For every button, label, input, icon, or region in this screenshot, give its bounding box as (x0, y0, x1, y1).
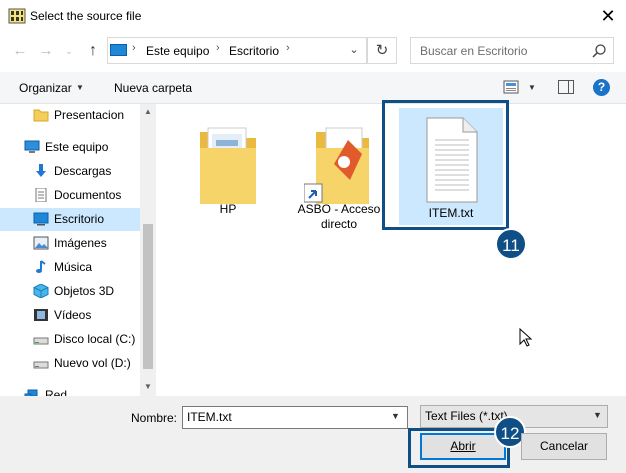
sidebar-item-videos[interactable]: Vídeos (0, 304, 140, 327)
cancel-button[interactable]: Cancelar (521, 433, 607, 460)
pictures-icon (33, 236, 49, 250)
sidebar-item-presentacion[interactable]: Presentacion (0, 104, 140, 127)
folder-icon (200, 127, 256, 204)
sidebar-item-label: Nuevo vol (D:) (54, 356, 131, 370)
organize-button[interactable]: Organizar (19, 81, 72, 95)
download-arrow-icon (36, 164, 46, 177)
navigation-pane: Presentacion Este equipo Descargas Docum… (0, 104, 156, 396)
computer-icon (110, 44, 127, 56)
search-input[interactable]: Buscar en Escritorio (410, 37, 614, 64)
breadcrumb-chevron-icon[interactable]: › (286, 42, 290, 54)
drive-icon (33, 361, 49, 369)
app-icon (8, 8, 26, 24)
toolbar: Organizar ▼ Nueva carpeta ▼ ? (0, 72, 626, 104)
video-icon (34, 309, 48, 321)
sidebar-item-disco-c[interactable]: Disco local (C:) (0, 328, 140, 351)
forward-button[interactable]: → (36, 42, 56, 60)
file-item-hp[interactable]: HP (186, 112, 270, 216)
sidebar-item-label: Escritorio (54, 212, 105, 226)
scrollbar-thumb[interactable] (143, 224, 153, 369)
window-title: Select the source file (30, 9, 142, 23)
desktop-icon (33, 212, 49, 226)
chevron-down-icon[interactable]: ▼ (391, 411, 400, 421)
sidebar-item-escritorio[interactable]: Escritorio (0, 208, 140, 231)
scroll-down-icon[interactable]: ▼ (144, 382, 152, 391)
cube-icon (33, 284, 49, 298)
sidebar-item-objetos-3d[interactable]: Objetos 3D (0, 280, 140, 303)
sidebar-item-label: Imágenes (54, 236, 107, 250)
breadcrumb-chevron-icon[interactable]: › (216, 42, 220, 54)
filename-input[interactable]: ITEM.txt ▼ (182, 406, 408, 429)
back-button[interactable]: ← (10, 42, 30, 60)
chevron-down-icon[interactable]: ⌄ (344, 40, 364, 61)
sidebar-item-label: Objetos 3D (54, 284, 115, 298)
new-folder-button[interactable]: Nueva carpeta (114, 81, 192, 95)
scroll-up-icon[interactable]: ▲ (144, 107, 152, 116)
sidebar-item-este-equipo[interactable]: Este equipo (0, 136, 140, 159)
sidebar-item-nuevo-vol-d[interactable]: Nuevo vol (D:) (0, 352, 140, 375)
computer-icon (24, 140, 40, 153)
file-item-asbo[interactable]: ASBO - Acceso directo (287, 112, 391, 232)
address-bar[interactable]: › Este equipo › Escritorio › ⌄ (107, 37, 367, 64)
preview-pane-icon[interactable] (558, 80, 574, 94)
search-icon[interactable] (591, 43, 607, 59)
document-icon (35, 188, 47, 202)
annotation-highlight-box (382, 100, 509, 230)
up-button[interactable]: ↑ (82, 40, 104, 62)
sidebar-item-imagenes[interactable]: Imágenes (0, 232, 140, 255)
sidebar-item-label: Este equipo (45, 140, 109, 154)
filename-value: ITEM.txt (187, 410, 232, 424)
sidebar-item-label: Descargas (54, 164, 112, 178)
sidebar-item-label: Documentos (54, 188, 122, 202)
sidebar-item-label: Disco local (C:) (54, 332, 136, 346)
file-name: HP (219, 202, 237, 216)
folder-icon (33, 109, 49, 122)
help-icon[interactable]: ? (593, 79, 610, 96)
network-icon (24, 389, 38, 396)
close-button[interactable]: ✕ (592, 2, 624, 30)
recent-locations-button[interactable]: ⌄ (62, 42, 76, 60)
music-note-icon (36, 260, 46, 273)
annotation-badge: 11 (495, 228, 527, 260)
sidebar-item-musica[interactable]: Música (0, 256, 140, 279)
sidebar-item-label: Presentacion (54, 108, 125, 122)
chevron-down-icon[interactable]: ▼ (593, 410, 602, 420)
search-placeholder: Buscar en Escritorio (420, 44, 528, 58)
caret-down-icon[interactable]: ▼ (528, 83, 536, 92)
breadcrumb-escritorio[interactable]: Escritorio (229, 44, 279, 58)
drive-icon (33, 337, 49, 345)
refresh-button[interactable]: ↻ (367, 37, 397, 64)
breadcrumb-este-equipo[interactable]: Este equipo (146, 44, 209, 58)
sidebar-item-descargas[interactable]: Descargas (0, 160, 140, 183)
sidebar-item-label: Vídeos (54, 308, 92, 322)
caret-down-icon[interactable]: ▼ (76, 83, 84, 92)
view-options-icon[interactable] (503, 80, 519, 94)
breadcrumb-chevron-icon[interactable]: › (132, 42, 136, 54)
sidebar-item-red[interactable]: Red (0, 384, 140, 396)
mouse-cursor-icon (519, 328, 533, 347)
sidebar-item-documentos[interactable]: Documentos (0, 184, 140, 207)
sidebar-item-label: Música (54, 260, 93, 274)
sidebar-item-label: Red (45, 388, 68, 396)
shortcut-folder-icon (304, 127, 369, 204)
filename-label: Nombre: (131, 411, 178, 425)
filetype-value: Text Files (*.txt) (425, 409, 508, 423)
file-name: ASBO - Acceso directo (297, 202, 381, 231)
